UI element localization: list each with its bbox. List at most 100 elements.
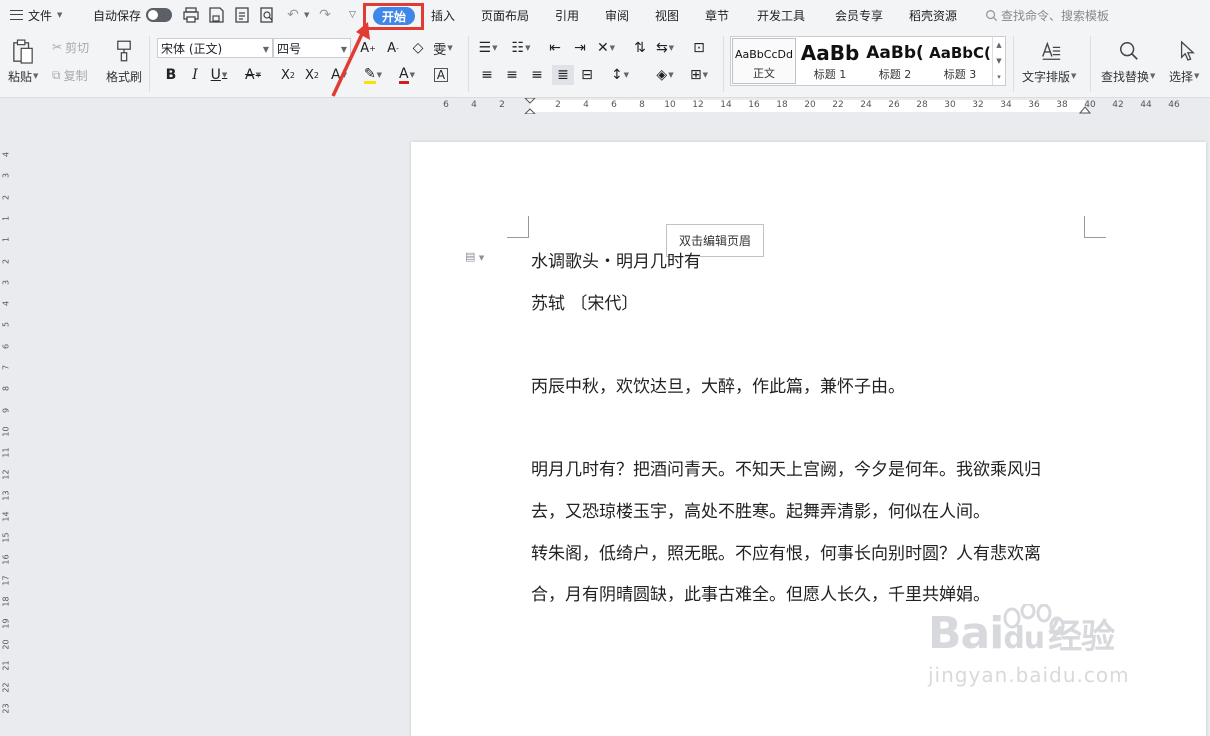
- poem-line[interactable]: 合，月有阴晴圆缺，此事古难全。但愿人长久，千里共婵娟。: [531, 580, 990, 605]
- undo-dropdown-icon[interactable]: ▼: [304, 11, 309, 19]
- shading-icon[interactable]: ◈ ▼: [655, 65, 675, 85]
- font-color-icon[interactable]: A ▼: [397, 65, 417, 85]
- chevron-down-icon: ▼: [262, 45, 269, 54]
- cursor-icon[interactable]: [1175, 38, 1199, 64]
- style-normal[interactable]: AaBbCcDd 正文: [732, 38, 796, 84]
- tab-review[interactable]: 审阅: [605, 0, 629, 30]
- tab-member[interactable]: 会员专享: [835, 0, 883, 30]
- poem-author[interactable]: 苏轼 〔宋代〕: [531, 289, 638, 314]
- horizontal-ruler[interactable]: 6 4 2 2 4 6 8 10 12 14 16 18 20 22 24 26 28 30 32 34 36 38 40 4…: [0, 98, 1210, 114]
- find-replace-button[interactable]: 查找替换 ▼: [1101, 68, 1155, 84]
- expand-icon[interactable]: ▾: [997, 73, 1001, 81]
- style-heading-1[interactable]: AaBb 标题 1: [798, 38, 862, 84]
- text-layout-button[interactable]: 文字排版 ▼: [1022, 68, 1076, 84]
- tab-developer[interactable]: 开发工具: [757, 0, 805, 30]
- select-button[interactable]: 选择 ▼: [1169, 68, 1199, 84]
- shrink-font-icon[interactable]: A-: [383, 38, 403, 58]
- ruler-tick: 2: [1, 194, 11, 200]
- tab-references[interactable]: 引用: [555, 0, 579, 30]
- ruler-tick: 15: [1, 532, 11, 543]
- find-replace-icon[interactable]: [1116, 38, 1142, 64]
- text-direction-icon[interactable]: ⇆ ▼: [655, 38, 675, 58]
- ruler-tick: 36: [1028, 100, 1040, 110]
- sort-icon[interactable]: ⇅: [630, 38, 650, 58]
- subscript-icon[interactable]: X2: [302, 65, 322, 85]
- styles-scroll[interactable]: ▲ ▼ ▾: [992, 37, 1005, 85]
- toggle-switch-icon[interactable]: [146, 8, 173, 22]
- copy-icon: ⧉: [52, 67, 61, 82]
- text-layout-icon[interactable]: [1038, 38, 1064, 64]
- distributed-align-icon[interactable]: ⊟: [577, 65, 597, 85]
- ruler-tick: 46: [1168, 100, 1180, 110]
- italic-icon[interactable]: I: [185, 65, 205, 85]
- chinese-layout-icon[interactable]: ✕ ▼: [596, 38, 616, 58]
- autosave-toggle[interactable]: 自动保存: [93, 0, 173, 30]
- style-heading-3[interactable]: AaBbC( 标题 3: [928, 38, 992, 84]
- customize-toolbar-icon[interactable]: ▽: [349, 10, 356, 20]
- command-search[interactable]: 查找命令、搜索模板: [985, 0, 1109, 30]
- ruler-tick: 20: [804, 100, 816, 110]
- borders-icon[interactable]: ⊞ ▼: [689, 65, 709, 85]
- font-name-select[interactable]: 宋体 (正文) ▼: [157, 38, 273, 58]
- ruler-tick: 4: [1, 151, 11, 158]
- annotation-arrow-icon: [331, 22, 370, 97]
- print-icon[interactable]: [182, 6, 200, 24]
- tab-page-layout[interactable]: 页面布局: [481, 0, 529, 30]
- format-painter-icon[interactable]: [113, 37, 135, 65]
- tab-insert[interactable]: 插入: [431, 0, 455, 30]
- poem-preface[interactable]: 丙辰中秋，欢饮达旦，大醉，作此篇，兼怀子由。: [531, 372, 905, 397]
- show-marks-icon[interactable]: ⊡: [689, 38, 709, 58]
- copy-button[interactable]: ⧉ 复制: [52, 67, 88, 83]
- watermark-url: jingyan.baidu.com: [928, 663, 1130, 687]
- tab-chapter[interactable]: 章节: [705, 0, 729, 30]
- align-left-icon[interactable]: ≡: [477, 65, 497, 85]
- decrease-indent-icon[interactable]: ⇤: [545, 38, 565, 58]
- save-icon[interactable]: [207, 6, 225, 24]
- command-search-placeholder: 查找命令、搜索模板: [1001, 8, 1110, 23]
- strikethrough-icon[interactable]: A ▼: [243, 65, 263, 85]
- align-right-icon[interactable]: ≡: [527, 65, 547, 85]
- superscript-icon[interactable]: X2: [278, 65, 298, 85]
- paragraph-menu-icon[interactable]: ▤ ▼: [465, 250, 484, 263]
- ruler-tick: 10: [1, 426, 11, 437]
- chevron-up-icon[interactable]: ▲: [996, 41, 1001, 49]
- paste-button[interactable]: 粘贴 ▼: [8, 68, 38, 84]
- chevron-down-icon[interactable]: ▼: [996, 57, 1001, 65]
- style-label: 正文: [753, 67, 775, 80]
- ruler-tick: 28: [916, 100, 928, 110]
- poem-line[interactable]: 明月几时有？把酒问青天。不知天上宫阙，今夕是何年。我欲乘风归: [531, 455, 1041, 480]
- increase-indent-icon[interactable]: ⇥: [570, 38, 590, 58]
- paste-icon[interactable]: [10, 37, 36, 67]
- underline-icon[interactable]: U ▼: [209, 65, 229, 85]
- file-menu[interactable]: 文件 ▼: [10, 0, 62, 30]
- align-center-icon[interactable]: ≡: [502, 65, 522, 85]
- ruler-tick: 40: [1084, 100, 1096, 110]
- indent-marker-icon[interactable]: [524, 98, 536, 114]
- export-pdf-icon[interactable]: [233, 6, 251, 24]
- line-spacing-icon[interactable]: ↕ ▼: [610, 65, 630, 85]
- poem-line[interactable]: 转朱阁，低绮户，照无眠。不应有恨，何事长向别时圆？人有悲欢离: [531, 539, 1041, 564]
- clear-format-icon[interactable]: ◇: [408, 38, 428, 58]
- phonetic-guide-icon[interactable]: 雯 ▼: [433, 38, 453, 58]
- poem-title[interactable]: 水调歌头・明月几时有: [531, 247, 701, 272]
- format-painter-label[interactable]: 格式刷: [106, 68, 142, 84]
- bold-icon[interactable]: B: [161, 65, 181, 85]
- ruler-tick: 23: [1, 703, 11, 714]
- tab-view[interactable]: 视图: [655, 0, 679, 30]
- numbered-list-icon[interactable]: ☷ ▼: [511, 38, 531, 58]
- poem-line[interactable]: 去，又恐琼楼玉宇，高处不胜寒。起舞弄清影，何似在人间。: [531, 497, 990, 522]
- ruler-tick: 6: [1, 343, 11, 349]
- ruler-tick: 20: [1, 639, 11, 650]
- char-border-icon[interactable]: A: [434, 68, 448, 82]
- bullet-list-icon[interactable]: ☰ ▼: [478, 38, 498, 58]
- hamburger-icon: [10, 10, 23, 20]
- vertical-ruler[interactable]: 4 3 2 1 1 2 3 4 5 6 7 8 9 10 11 12 13 14 15 16 17 18 19 20 21 22 2…: [0, 114, 12, 736]
- ruler-tick: 9: [1, 407, 11, 413]
- justify-icon[interactable]: ≣: [552, 65, 574, 85]
- print-preview-icon[interactable]: [258, 6, 276, 24]
- undo-icon[interactable]: ↶: [284, 6, 302, 24]
- style-heading-2[interactable]: AaBb( 标题 2: [863, 38, 927, 84]
- cut-button[interactable]: ✂ 剪切: [52, 39, 89, 55]
- tab-docer[interactable]: 稻壳资源: [909, 0, 957, 30]
- ruler-tick: 32: [972, 100, 984, 110]
